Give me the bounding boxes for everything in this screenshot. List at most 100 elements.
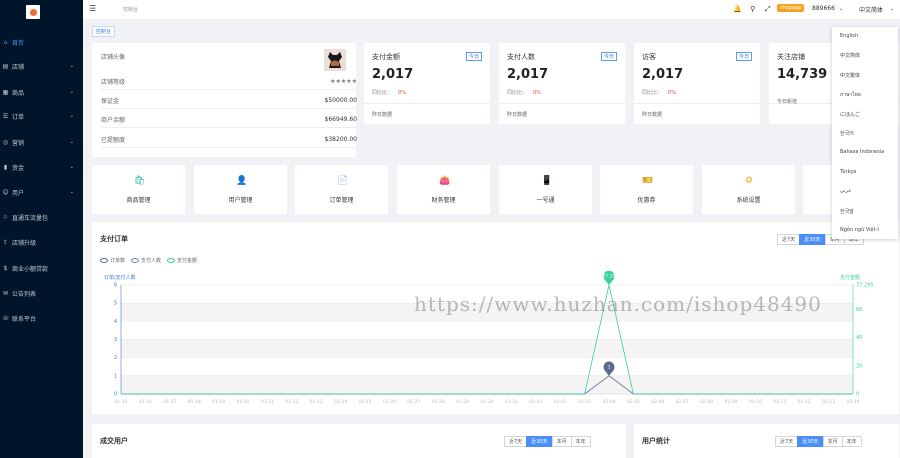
y-tick-left: 1	[114, 373, 117, 379]
user-stats-card: 用户统计 近7天 近30天 本月 本年	[634, 424, 899, 458]
contact-icon: ☏	[2, 314, 10, 322]
sidebar-item-2[interactable]: ▦ 商品 ⌄	[0, 86, 83, 98]
sidebar-item-11[interactable]: ☏ 联系平台	[0, 312, 83, 324]
language-option[interactable]: 中文繁体	[840, 72, 860, 79]
y-tick-right: 60	[856, 307, 862, 313]
y-tick-left: 3	[114, 337, 117, 343]
x-tick: 01-28	[432, 399, 445, 405]
shop-tag[interactable]: shopapp	[777, 4, 805, 12]
x-tick: 02-11	[773, 399, 786, 405]
stat-title: 关注店铺	[777, 53, 805, 61]
logo-mark	[29, 8, 37, 16]
x-tick: 02-08	[700, 399, 713, 405]
quick-link-4[interactable]: 📱 一号通	[499, 165, 592, 214]
language-option[interactable]: 한국말	[840, 208, 854, 215]
quick-link-5[interactable]: 🎫 优惠券	[600, 165, 693, 214]
sidebar-item-9[interactable]: $ 商业小额贷款	[0, 262, 83, 274]
search-icon[interactable]: ⚲	[750, 5, 755, 13]
shop-row: 店铺头像	[101, 46, 357, 66]
loan-icon: $	[3, 264, 8, 272]
language-option[interactable]: 中文简体	[840, 52, 860, 59]
quick-link-3[interactable]: 👛 财务管理	[397, 165, 490, 214]
sidebar-item-5[interactable]: ▮ 资金 ⌄	[0, 161, 83, 173]
chevron-down-icon: ⌄	[69, 164, 74, 170]
range-button-3[interactable]: 本年	[570, 436, 591, 447]
range-button-2[interactable]: 本月	[822, 436, 843, 447]
sidebar-item-3[interactable]: ☰ 订单 ⌄	[0, 110, 83, 122]
breadcrumb[interactable]: 控制台	[123, 6, 138, 13]
shop-row-label: 保证金	[101, 98, 120, 105]
range-button-0[interactable]: 近7天	[504, 436, 528, 447]
sidebar-item-8[interactable]: ⇪ 店铺升级	[0, 236, 83, 248]
language-option[interactable]: 한국어	[840, 130, 854, 137]
sidebar-item-4[interactable]: ◎ 营销 ⌄	[0, 136, 83, 148]
y-tick-right: 20	[856, 363, 862, 369]
shop-row-label: 已提额度	[101, 137, 126, 144]
y-tick-left: 6	[114, 283, 117, 289]
range-button-1[interactable]: 近30天	[526, 436, 553, 447]
quick-link-1[interactable]: 👤 用户管理	[194, 165, 287, 214]
bell-icon[interactable]: 🔔	[733, 5, 742, 13]
stat-compare-label: 同比比：	[372, 90, 393, 96]
language-selector[interactable]: 中文简体	[859, 5, 883, 14]
sidebar-item-1[interactable]: ▤ 店铺 ⌄	[0, 60, 83, 72]
y-tick-left: 2	[114, 355, 117, 361]
count-peak-marker-text: 1	[608, 364, 611, 370]
x-tick: 02-09	[724, 399, 737, 405]
quick-link-label: 财务管理	[431, 197, 456, 204]
gear-icon: ⚙	[744, 176, 754, 186]
user-id[interactable]: 889666	[812, 5, 835, 12]
sidebar-item-6[interactable]: ☺ 用户 ⌄	[0, 186, 83, 198]
language-option[interactable]: Bahasa Indonesia	[840, 149, 884, 155]
x-tick: 01-18	[188, 399, 201, 405]
tab-console[interactable]: 控制台	[92, 26, 116, 37]
stat-compare-label: 同比比：	[642, 90, 663, 96]
sidebar-item-label: 商业小额贷款	[12, 265, 49, 273]
shop-row-value: $66949.60	[324, 116, 357, 123]
sidebar-item-label: 公告列表	[12, 290, 37, 298]
language-option[interactable]: にほんご	[840, 111, 860, 118]
stat-compare-value: 0%	[398, 90, 406, 96]
x-tick: 01-15	[114, 399, 127, 405]
fullscreen-icon[interactable]: ⤢	[765, 5, 771, 14]
menu-toggle-icon[interactable]: ☰	[89, 4, 96, 13]
app-logo[interactable]	[26, 5, 40, 19]
language-option[interactable]: عربي	[840, 188, 851, 194]
range-button-1[interactable]: 近30天	[797, 436, 824, 447]
quick-link-6[interactable]: ⚙ 系统设置	[702, 165, 795, 214]
quick-link-7[interactable]: ⋯	[803, 165, 855, 214]
chevron-down-icon[interactable]: ⌄	[890, 6, 894, 12]
sidebar-item-label: 直通车流量包	[12, 214, 49, 222]
shop-row-value: $50000.00	[324, 97, 357, 104]
language-menu: English 中文简体中文繁体 ภาษาไทย にほんご 한국어 Bahasa Indo…	[832, 27, 898, 239]
language-option[interactable]: ภาษาไทย	[840, 91, 861, 99]
language-option[interactable]: Türkçe	[840, 169, 856, 175]
range-button-0[interactable]: 近7天	[775, 436, 799, 447]
language-option[interactable]: English	[840, 33, 858, 39]
quick-link-2[interactable]: 📄 订单管理	[295, 165, 388, 214]
stat-compare-value: 0%	[533, 90, 541, 96]
sidebar-item-label: 用户	[12, 189, 25, 197]
sidebar-item-label: 商品	[12, 89, 25, 97]
x-tick: 02-10	[749, 399, 762, 405]
sidebar-item-7[interactable]: ⚐ 直通车流量包	[0, 211, 83, 223]
divider	[364, 103, 490, 104]
range-button-3[interactable]: 本年	[841, 436, 862, 447]
sidebar-item-10[interactable]: ✉ 公告列表	[0, 287, 83, 299]
today-badge: 今日	[735, 52, 752, 61]
x-tick: 01-31	[505, 399, 518, 405]
shop-row-label: 店铺等级	[101, 79, 126, 86]
chevron-down-icon: ⌄	[69, 63, 74, 69]
sidebar-item-label: 资金	[12, 164, 25, 172]
sidebar-item-0[interactable]: ⌂ 首页	[0, 36, 83, 48]
sidebar-item-label: 联系平台	[12, 315, 37, 323]
coupon-icon: 🎫	[642, 176, 654, 186]
chevron-down-icon[interactable]: ⌄	[839, 6, 843, 12]
language-option[interactable]: Ngôn ngữ Việt-I	[840, 227, 879, 233]
shop-row-value: ★★★★★	[330, 78, 357, 85]
range-button-2[interactable]: 本月	[551, 436, 572, 447]
finance-icon: ▮	[3, 163, 8, 171]
quick-link-label: 商品管理	[126, 197, 151, 204]
stat-footer: 昨日数据	[507, 112, 528, 118]
quick-link-0[interactable]: 🛍 商品管理	[92, 165, 185, 214]
